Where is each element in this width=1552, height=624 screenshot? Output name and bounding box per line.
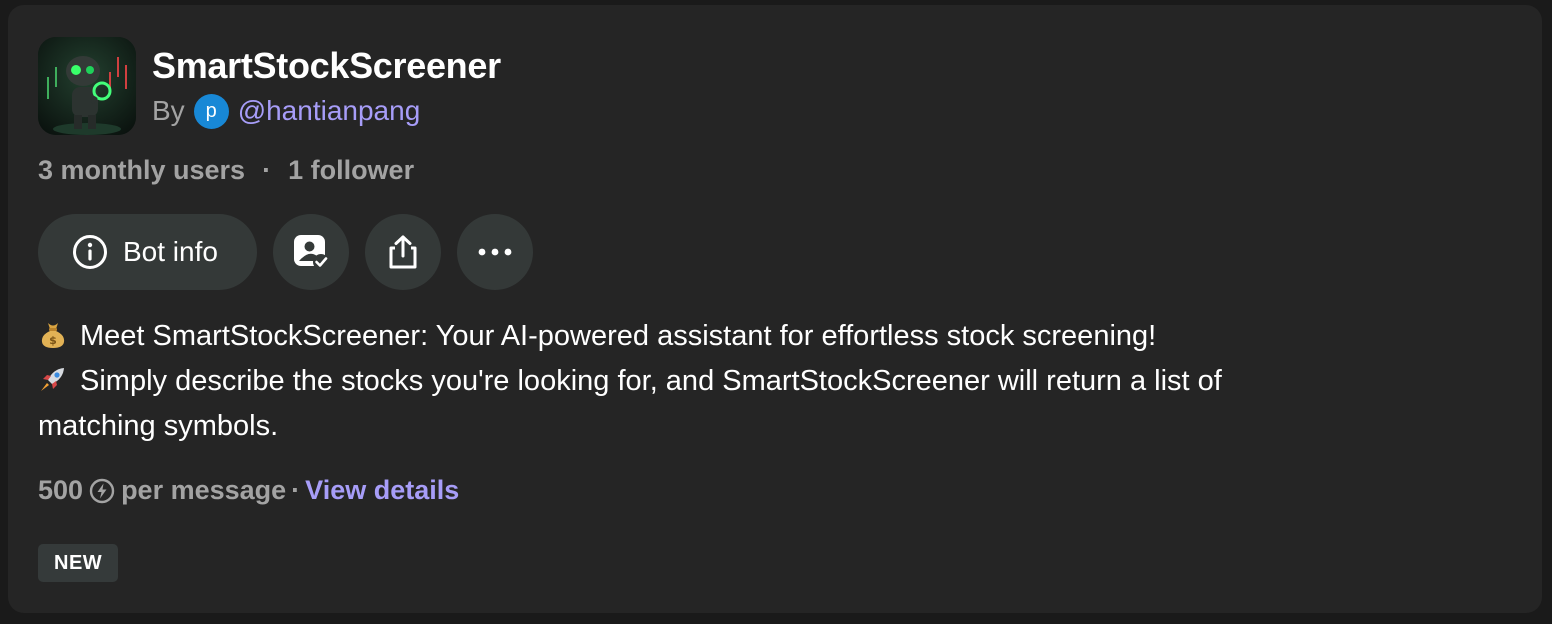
bot-info-button[interactable]: Bot info [38, 214, 257, 290]
description-line-1: $ Meet SmartStockScreener: Your AI-power… [38, 314, 1438, 359]
creator-handle-link[interactable]: @hantianpang [238, 95, 421, 127]
action-bar: Bot info [38, 214, 533, 290]
description-line-3: matching symbols. [38, 410, 279, 442]
info-icon [72, 234, 108, 270]
share-button[interactable] [365, 214, 441, 290]
creator-avatar[interactable]: p [193, 93, 229, 129]
price-unit: per message [121, 475, 287, 505]
compute-points-icon [89, 478, 115, 504]
view-details-link[interactable]: View details [305, 475, 459, 506]
rocket-icon [38, 363, 68, 393]
profile-check-icon [293, 234, 329, 270]
share-icon [386, 234, 420, 270]
profile-check-button[interactable] [273, 214, 349, 290]
new-badge: NEW [38, 544, 119, 582]
bot-info-label: Bot info [123, 236, 218, 267]
by-label: By [152, 95, 185, 126]
bot-name: SmartStockScreener [152, 45, 501, 86]
more-options-button[interactable] [457, 214, 533, 290]
bot-stats: 3 monthly users · 1 follower [38, 155, 414, 186]
bot-card: SmartStockScreener By p @hantianpang 3 m… [8, 5, 1542, 613]
more-icon [477, 247, 513, 257]
monthly-users-count: 3 monthly users [38, 155, 246, 185]
price-separator: · [291, 475, 301, 505]
bot-avatar[interactable] [38, 37, 136, 135]
price-points: 500 [38, 475, 84, 505]
creator-byline: By p @hantianpang [152, 93, 420, 129]
followers-count[interactable]: 1 follower [288, 155, 414, 186]
money-bag-icon: $ [38, 318, 68, 348]
description-line-2: Simply describe the stocks you're lookin… [38, 359, 1438, 404]
stats-separator: · [262, 155, 272, 185]
bot-description: $ Meet SmartStockScreener: Your AI-power… [38, 314, 1438, 449]
svg-text:$: $ [49, 334, 57, 347]
pricing-row: 500 per message · View details [38, 475, 459, 506]
